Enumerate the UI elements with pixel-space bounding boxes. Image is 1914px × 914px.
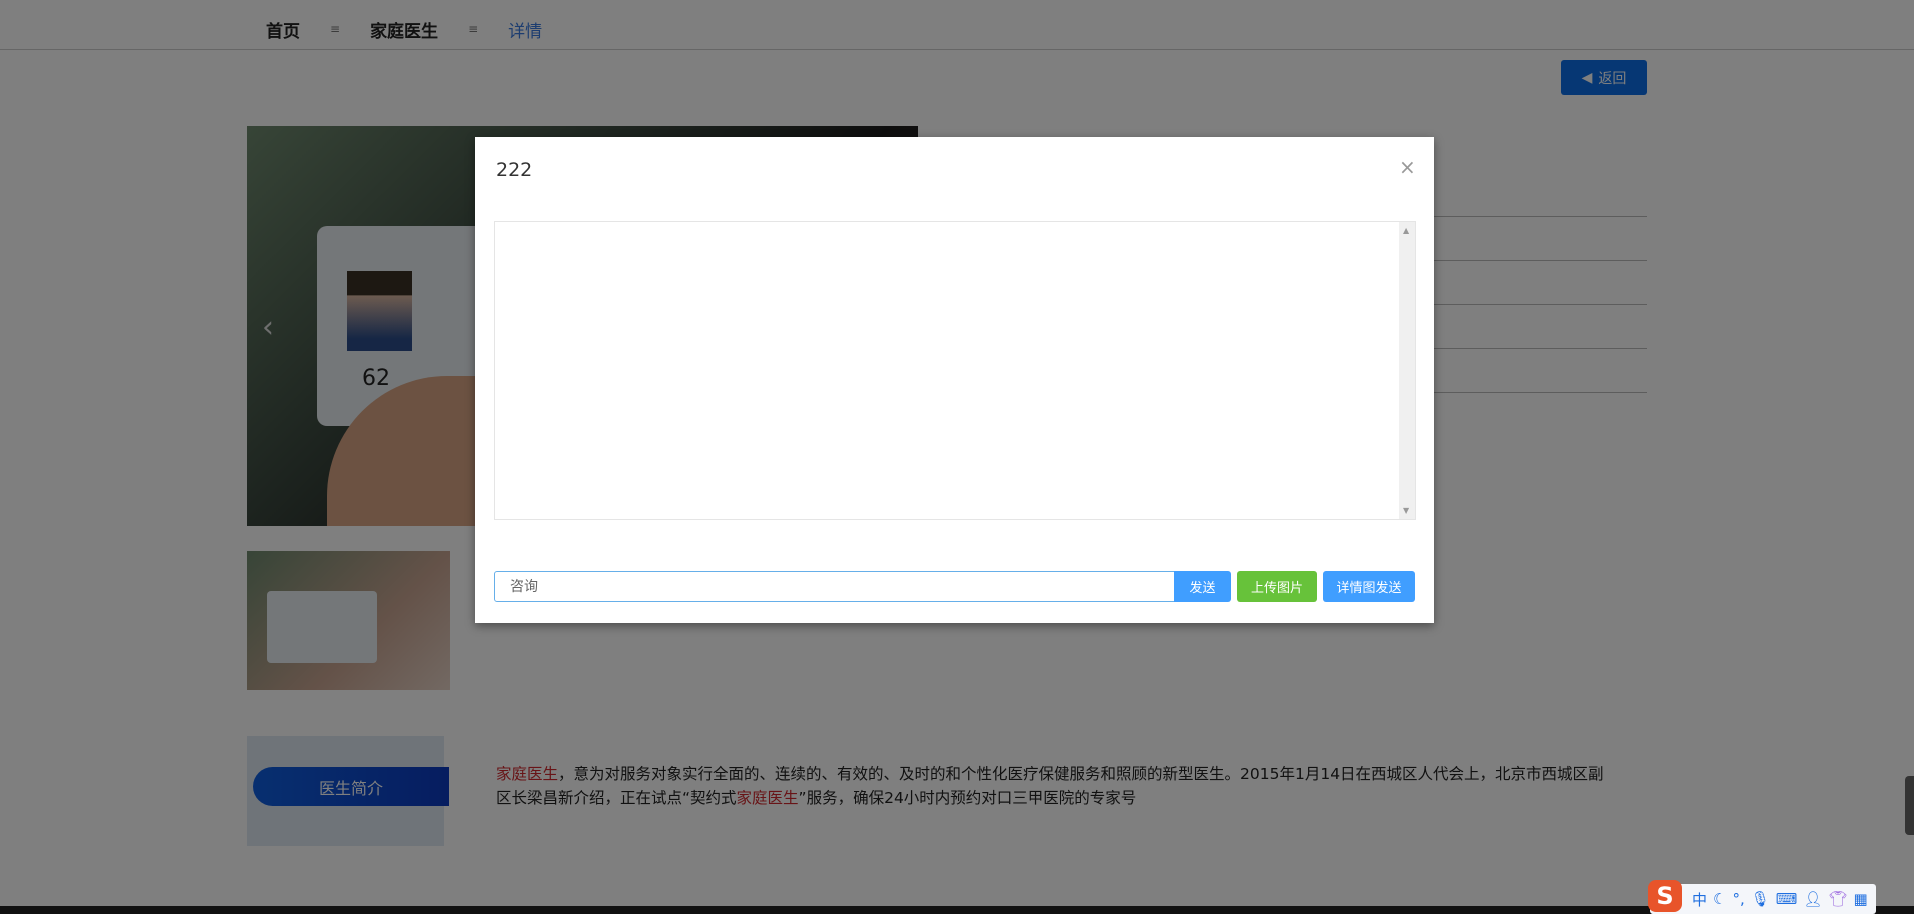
scrollbar[interactable]: ▲ ▼ (1399, 222, 1415, 519)
taskbar-edge (0, 906, 1914, 914)
skin-icon[interactable]: 👕︎ (1829, 890, 1848, 908)
side-widget[interactable] (1905, 776, 1914, 835)
sogou-logo-icon[interactable]: S (1648, 880, 1682, 912)
ime-toolbar[interactable]: S 中 ☾ °, 🎙︎ ⌨︎ 👤︎ 👕︎ ▦ (1648, 880, 1876, 914)
chat-modal: 222 × ▲ ▼ 发送 上传图片 详情图发送 (475, 137, 1434, 623)
chat-messages-area: ▲ ▼ (494, 221, 1416, 520)
upload-image-button[interactable]: 上传图片 (1237, 571, 1317, 602)
detail-image-send-button[interactable]: 详情图发送 (1323, 571, 1415, 602)
keyboard-icon[interactable]: ⌨︎ (1776, 890, 1798, 908)
scroll-down-icon[interactable]: ▼ (1403, 506, 1409, 515)
scroll-up-icon[interactable]: ▲ (1403, 226, 1409, 235)
apps-grid-icon[interactable]: ▦ (1854, 890, 1868, 908)
microphone-icon[interactable]: 🎙︎ (1751, 890, 1770, 908)
moon-icon[interactable]: ☾ (1713, 890, 1726, 908)
punctuation-icon[interactable]: °, (1732, 890, 1744, 908)
send-button[interactable]: 发送 (1174, 571, 1231, 602)
user-icon[interactable]: 👤︎ (1803, 890, 1822, 908)
consult-input[interactable] (494, 571, 1175, 602)
modal-title: 222 (496, 159, 533, 181)
close-icon[interactable]: × (1399, 155, 1416, 179)
ime-mode[interactable]: 中 (1692, 889, 1707, 910)
